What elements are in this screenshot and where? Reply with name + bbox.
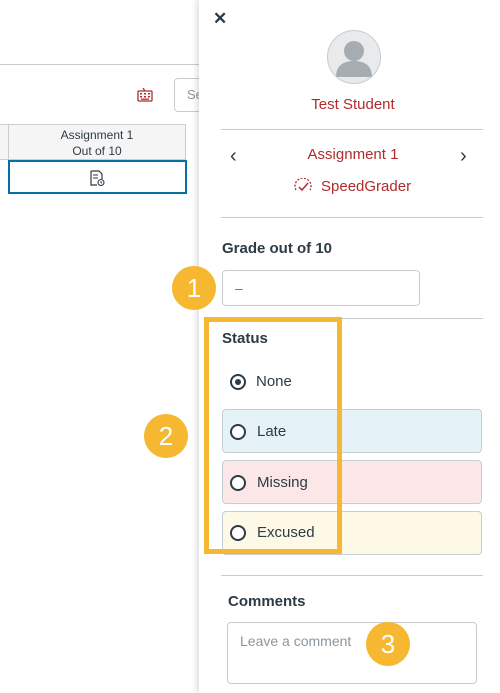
speedgrader-icon — [294, 178, 312, 192]
close-icon[interactable]: ✕ — [213, 9, 227, 29]
keyboard-icon[interactable] — [137, 88, 153, 102]
comments-label: Comments — [228, 593, 306, 610]
annotation-badge-2: 2 — [144, 414, 188, 458]
chevron-left-icon[interactable]: ‹ — [230, 145, 237, 168]
grade-label: Grade out of 10 — [222, 240, 333, 257]
prev-column-header — [0, 124, 8, 160]
status-highlight-box — [204, 317, 342, 554]
assignment-name-link[interactable]: Assignment 1 — [280, 146, 426, 163]
annotation-badge-1: 1 — [172, 266, 216, 310]
divider — [221, 129, 483, 130]
speedgrader-link[interactable]: SpeedGrader — [321, 178, 411, 195]
chevron-right-icon[interactable]: › — [460, 145, 467, 168]
comment-input[interactable] — [227, 622, 477, 684]
divider — [221, 575, 483, 576]
divider — [221, 217, 483, 218]
column-header-subtitle: Out of 10 — [72, 144, 122, 158]
annotation-badge-3: 3 — [366, 622, 410, 666]
grade-input[interactable] — [222, 270, 420, 306]
avatar-icon — [336, 41, 372, 77]
submission-icon — [90, 170, 105, 186]
student-name-link[interactable]: Test Student — [280, 96, 426, 113]
avatar — [327, 30, 381, 84]
gradebook-area — [0, 0, 200, 693]
toolbar-divider — [0, 64, 200, 65]
assignment-column-header[interactable]: Assignment 1 Out of 10 — [8, 124, 186, 160]
column-header-title: Assignment 1 — [60, 128, 134, 142]
